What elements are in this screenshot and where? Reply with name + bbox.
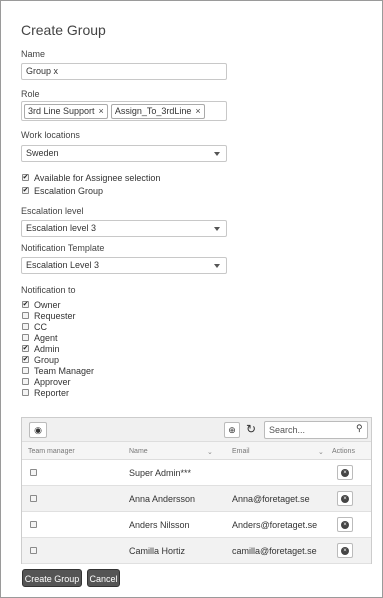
- notify-team-manager-checkbox[interactable]: Team Manager: [22, 365, 94, 376]
- checkbox-label: CC: [34, 321, 47, 332]
- notify-cc-checkbox[interactable]: CC: [22, 321, 47, 332]
- checkbox-label: Admin: [34, 343, 60, 354]
- notification-template-select[interactable]: Escalation Level 3: [21, 257, 227, 274]
- checkbox-icon[interactable]: [22, 187, 29, 194]
- role-tag-label: Assign_To_3rdLine: [114, 105, 192, 116]
- escalation-level-select[interactable]: Escalation level 3: [21, 220, 227, 237]
- role-label: Role: [21, 89, 40, 99]
- chevron-down-icon: [214, 227, 220, 231]
- page-title: Create Group: [21, 22, 106, 38]
- checkbox-label: Escalation Group: [34, 185, 104, 196]
- team-manager-checkbox[interactable]: [30, 495, 37, 502]
- checkbox-icon[interactable]: [22, 378, 29, 385]
- member-email: Anna@foretaget.se: [232, 494, 310, 504]
- notify-approver-checkbox[interactable]: Approver: [22, 376, 71, 387]
- chevron-down-icon: [214, 264, 220, 268]
- notify-reporter-checkbox[interactable]: Reporter: [22, 387, 69, 398]
- checkbox-label: Agent: [34, 332, 58, 343]
- remove-tag-icon[interactable]: ×: [99, 105, 104, 118]
- create-group-button[interactable]: Create Group: [22, 569, 82, 587]
- checkbox-label: Owner: [34, 299, 61, 310]
- role-tag-input[interactable]: 3rd Line Support × Assign_To_3rdLine ×: [21, 101, 227, 121]
- remove-member-button[interactable]: ×: [337, 465, 353, 480]
- grid-header: Team manager Name ⌄ Email ⌄ Actions: [22, 446, 371, 460]
- checkbox-label: Available for Assignee selection: [34, 172, 161, 183]
- team-manager-checkbox[interactable]: [30, 521, 37, 528]
- chevron-down-icon[interactable]: ⌄: [318, 448, 324, 456]
- checkbox-icon[interactable]: [22, 334, 29, 341]
- remove-member-button[interactable]: ×: [337, 491, 353, 506]
- eye-icon: ◉: [34, 424, 42, 435]
- checkbox-icon[interactable]: [22, 323, 29, 330]
- column-header-team-manager[interactable]: Team manager: [28, 448, 75, 455]
- view-button[interactable]: ◉: [29, 422, 47, 438]
- remove-member-button[interactable]: ×: [337, 517, 353, 532]
- member-name: Camilla Hortiz: [129, 546, 186, 556]
- available-for-assignee-checkbox[interactable]: Available for Assignee selection: [22, 172, 160, 183]
- chevron-down-icon: [214, 152, 220, 156]
- checkbox-label: Team Manager: [34, 365, 95, 376]
- member-email: camilla@foretaget.se: [232, 546, 317, 556]
- close-icon: ×: [341, 494, 349, 503]
- checkbox-label: Reporter: [34, 387, 70, 398]
- escalation-level-value: Escalation level 3: [26, 223, 97, 233]
- close-icon: ×: [341, 520, 349, 529]
- column-header-name[interactable]: Name: [129, 448, 148, 455]
- role-tag-label: 3rd Line Support: [28, 105, 95, 116]
- work-locations-value: Sweden: [26, 148, 59, 158]
- name-label: Name: [21, 49, 46, 59]
- grid-toolbar: ◉ ⊕ ↻ Search... ⚲: [22, 418, 371, 442]
- close-icon: ×: [341, 468, 349, 477]
- cancel-button[interactable]: Cancel: [87, 569, 120, 587]
- table-row: Super Admin*** ×: [22, 460, 371, 486]
- member-name: Super Admin***: [129, 468, 192, 478]
- notification-template-value: Escalation Level 3: [26, 260, 100, 270]
- notify-admin-checkbox[interactable]: Admin: [22, 343, 60, 354]
- role-tag: 3rd Line Support ×: [24, 103, 108, 119]
- member-email: Anders@foretaget.se: [232, 520, 318, 530]
- checkbox-label: Requester: [34, 310, 76, 321]
- notify-group-checkbox[interactable]: Group: [22, 354, 59, 365]
- chevron-down-icon[interactable]: ⌄: [207, 448, 213, 456]
- column-header-actions: Actions: [332, 448, 355, 455]
- dialog-frame: Create Group Name Group x Role 3rd Line …: [0, 0, 383, 598]
- search-input[interactable]: Search...: [264, 421, 368, 439]
- checkbox-label: Approver: [34, 376, 71, 387]
- role-tag: Assign_To_3rdLine ×: [110, 103, 205, 119]
- work-locations-label: Work locations: [21, 130, 80, 140]
- close-icon: ×: [341, 546, 349, 555]
- search-icon[interactable]: ⚲: [356, 423, 363, 434]
- table-row: Anders Nilsson Anders@foretaget.se ×: [22, 512, 371, 538]
- member-name: Anna Andersson: [129, 494, 196, 504]
- notify-owner-checkbox[interactable]: Owner: [22, 299, 61, 310]
- remove-tag-icon[interactable]: ×: [195, 105, 200, 118]
- work-locations-select[interactable]: Sweden: [21, 145, 227, 162]
- checkbox-icon[interactable]: [22, 367, 29, 374]
- table-row: Anna Andersson Anna@foretaget.se ×: [22, 486, 371, 512]
- column-header-email[interactable]: Email: [232, 448, 250, 455]
- checkbox-label: Group: [34, 354, 60, 365]
- members-grid: ◉ ⊕ ↻ Search... ⚲ Team manager Name ⌄ Em…: [21, 417, 372, 564]
- plus-circle-icon: ⊕: [228, 424, 236, 435]
- checkbox-icon[interactable]: [22, 356, 29, 363]
- table-row: Camilla Hortiz camilla@foretaget.se ×: [22, 538, 371, 564]
- name-input[interactable]: Group x: [21, 63, 227, 80]
- checkbox-icon[interactable]: [22, 174, 29, 181]
- member-name: Anders Nilsson: [129, 520, 190, 530]
- team-manager-checkbox[interactable]: [30, 469, 37, 476]
- checkbox-icon[interactable]: [22, 345, 29, 352]
- checkbox-icon[interactable]: [22, 389, 29, 396]
- checkbox-icon[interactable]: [22, 312, 29, 319]
- notify-requester-checkbox[interactable]: Requester: [22, 310, 76, 321]
- notify-agent-checkbox[interactable]: Agent: [22, 332, 58, 343]
- add-member-button[interactable]: ⊕: [224, 422, 240, 438]
- checkbox-icon[interactable]: [22, 301, 29, 308]
- notification-template-label: Notification Template: [21, 243, 105, 253]
- notification-to-label: Notification to: [21, 285, 76, 295]
- escalation-level-label: Escalation level: [21, 206, 84, 216]
- team-manager-checkbox[interactable]: [30, 547, 37, 554]
- remove-member-button[interactable]: ×: [337, 543, 353, 558]
- escalation-group-checkbox[interactable]: Escalation Group: [22, 185, 103, 196]
- refresh-icon[interactable]: ↻: [246, 422, 256, 436]
